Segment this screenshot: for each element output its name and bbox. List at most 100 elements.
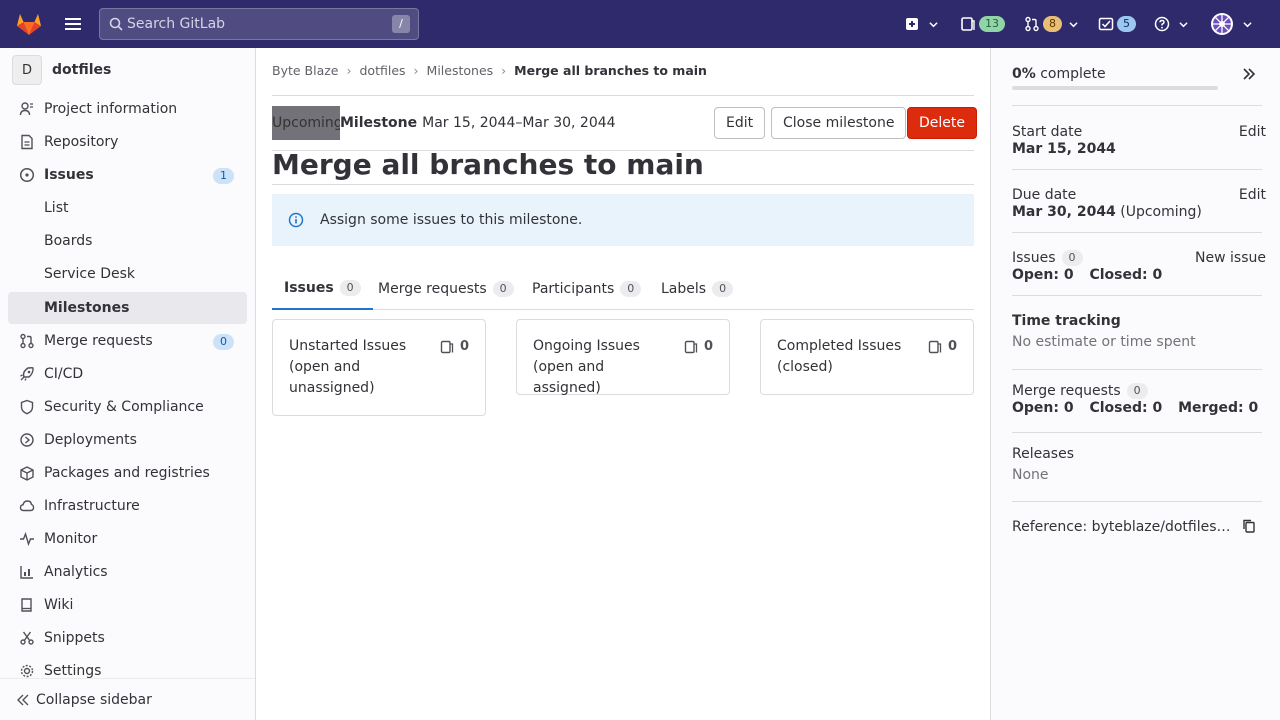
close-milestone-button[interactable]: Close milestone xyxy=(771,107,907,139)
sidebar-item-analytics[interactable]: Analytics xyxy=(8,556,247,588)
tab-issues[interactable]: Issues 0 xyxy=(272,268,373,310)
issues-button[interactable]: 13 xyxy=(960,10,1005,38)
tab-label: Participants xyxy=(532,281,615,297)
tab-participants[interactable]: Participants 0 xyxy=(532,268,642,310)
alert-text: Assign some issues to this milestone. xyxy=(320,212,583,228)
hamburger-icon[interactable] xyxy=(63,14,83,34)
avatar xyxy=(1211,13,1233,35)
main-content: Byte Blaze › dotfiles › Milestones › Mer… xyxy=(256,48,990,720)
sidebar-item-label: Packages and registries xyxy=(44,465,210,481)
divider xyxy=(1012,169,1262,170)
search-box[interactable]: / xyxy=(99,8,419,40)
sidebar-item-wiki[interactable]: Wiki xyxy=(8,589,247,621)
merge-request-icon xyxy=(20,333,34,349)
sidebar-item-label: Snippets xyxy=(44,630,105,646)
sidebar-item-label: CI/CD xyxy=(44,366,84,382)
plus-square-icon xyxy=(906,18,918,30)
new-issue-link[interactable]: New issue xyxy=(1195,250,1266,266)
sidebar-item-milestones[interactable]: Milestones xyxy=(8,292,247,324)
sidebar-item-label: Project information xyxy=(44,101,178,117)
sidebar-item-snippets[interactable]: Snippets xyxy=(8,622,247,654)
divider xyxy=(1012,105,1262,106)
double-chevron-left-icon xyxy=(17,694,29,706)
board-count: 0 xyxy=(459,339,469,354)
search-icon xyxy=(109,17,123,31)
help-button[interactable] xyxy=(1154,10,1188,38)
mr-open-count[interactable]: Open: 0 xyxy=(1012,400,1074,416)
sidebar-item-project-information[interactable]: Project information xyxy=(8,93,247,125)
copy-icon[interactable] xyxy=(1242,519,1256,533)
package-icon xyxy=(20,466,34,481)
double-chevron-right-icon[interactable] xyxy=(1241,66,1257,82)
milestone-tabs: Issues 0 Merge requests 0 Participants 0… xyxy=(272,268,974,310)
sidebar-item-issues[interactable]: Issues 1 xyxy=(8,159,247,191)
page-title: Merge all branches to main xyxy=(272,148,704,181)
sidebar-item-service-desk[interactable]: Service Desk xyxy=(8,258,247,290)
sidebar-item-issues-list[interactable]: List xyxy=(8,192,247,224)
breadcrumb-link[interactable]: Byte Blaze xyxy=(272,63,339,78)
edit-button[interactable]: Edit xyxy=(714,107,766,139)
issues-count-badge: 1 xyxy=(213,168,234,184)
board-title: Unstarted Issues (open and unassigned) xyxy=(289,338,407,396)
sidebar-item-merge-requests[interactable]: Merge requests 0 xyxy=(8,325,247,357)
collapse-sidebar-button[interactable]: Collapse sidebar xyxy=(0,678,255,720)
sidebar-item-ci-cd[interactable]: CI/CD xyxy=(8,358,247,390)
chevron-down-icon xyxy=(1243,21,1252,27)
tab-merge-requests[interactable]: Merge requests 0 xyxy=(378,268,514,310)
merge-requests-button[interactable]: 8 xyxy=(1024,10,1078,38)
progress-bar xyxy=(1012,86,1218,90)
sidebar-item-label: Boards xyxy=(44,233,93,249)
search-shortcut-hint: / xyxy=(392,15,410,33)
sidebar-item-boards[interactable]: Boards xyxy=(8,225,247,257)
time-tracking-value: No estimate or time spent xyxy=(1012,334,1196,350)
tab-label: Merge requests xyxy=(378,281,487,297)
issues-open-count[interactable]: Open: 0 xyxy=(1012,267,1074,283)
milestone-header: Upcoming Milestone Mar 15, 2044–Mar 30, … xyxy=(272,106,616,140)
delete-button[interactable]: Delete xyxy=(907,107,977,139)
releases-value: None xyxy=(1012,467,1049,483)
project-sidebar: D dotfiles Project information Repositor… xyxy=(0,48,256,720)
sidebar-item-deployments[interactable]: Deployments xyxy=(8,424,247,456)
tab-count-badge: 0 xyxy=(620,281,642,297)
board-issue-count: 0 xyxy=(928,339,957,354)
start-date-edit-link[interactable]: Edit xyxy=(1239,124,1266,140)
issues-closed-count[interactable]: Closed: 0 xyxy=(1089,267,1162,283)
sidebar-item-label: Service Desk xyxy=(44,266,135,282)
snippet-icon xyxy=(20,631,34,645)
sidebar-item-infrastructure[interactable]: Infrastructure xyxy=(8,490,247,522)
mr-closed-count[interactable]: Closed: 0 xyxy=(1089,400,1162,416)
rocket-icon xyxy=(20,367,34,381)
due-date-value: Mar 30, 2044 (Upcoming) xyxy=(1012,204,1202,220)
board-count: 0 xyxy=(947,339,957,354)
create-new-button[interactable] xyxy=(904,10,938,38)
sidebar-item-label: Monitor xyxy=(44,531,98,547)
tab-count-badge: 0 xyxy=(712,281,734,297)
todos-button[interactable]: 5 xyxy=(1098,10,1136,38)
info-icon xyxy=(19,102,33,116)
user-menu-button[interactable] xyxy=(1210,10,1252,38)
sidebar-item-security-compliance[interactable]: Security & Compliance xyxy=(8,391,247,423)
due-date-edit-link[interactable]: Edit xyxy=(1239,187,1266,203)
search-input[interactable] xyxy=(127,9,377,39)
merge-requests-stats: Open: 0 Closed: 0 Merged: 0 xyxy=(1012,400,1258,416)
project-link[interactable]: D dotfiles xyxy=(12,54,111,86)
divider xyxy=(1012,369,1262,370)
milestone-dates: Mar 15, 2044–Mar 30, 2044 xyxy=(422,115,616,131)
sidebar-item-packages-registries[interactable]: Packages and registries xyxy=(8,457,247,489)
cloud-icon xyxy=(19,500,35,512)
start-date-value: Mar 15, 2044 xyxy=(1012,141,1116,157)
breadcrumb-current[interactable]: Merge all branches to main xyxy=(514,63,707,78)
tab-labels[interactable]: Labels 0 xyxy=(661,268,734,310)
sidebar-item-monitor[interactable]: Monitor xyxy=(8,523,247,555)
divider xyxy=(272,184,974,185)
gitlab-tanuki-icon[interactable] xyxy=(16,12,42,36)
milestone-label: Milestone xyxy=(340,115,418,131)
divider xyxy=(1012,432,1262,433)
board-issue-count: 0 xyxy=(684,339,713,354)
breadcrumb-link[interactable]: dotfiles xyxy=(360,63,406,78)
sidebar-item-repository[interactable]: Repository xyxy=(8,126,247,158)
top-navbar: / 13 8 5 xyxy=(0,0,1280,48)
breadcrumb-link[interactable]: Milestones xyxy=(427,63,494,78)
issues-label: Issues xyxy=(1012,250,1056,266)
mr-merged-count[interactable]: Merged: 0 xyxy=(1178,400,1258,416)
